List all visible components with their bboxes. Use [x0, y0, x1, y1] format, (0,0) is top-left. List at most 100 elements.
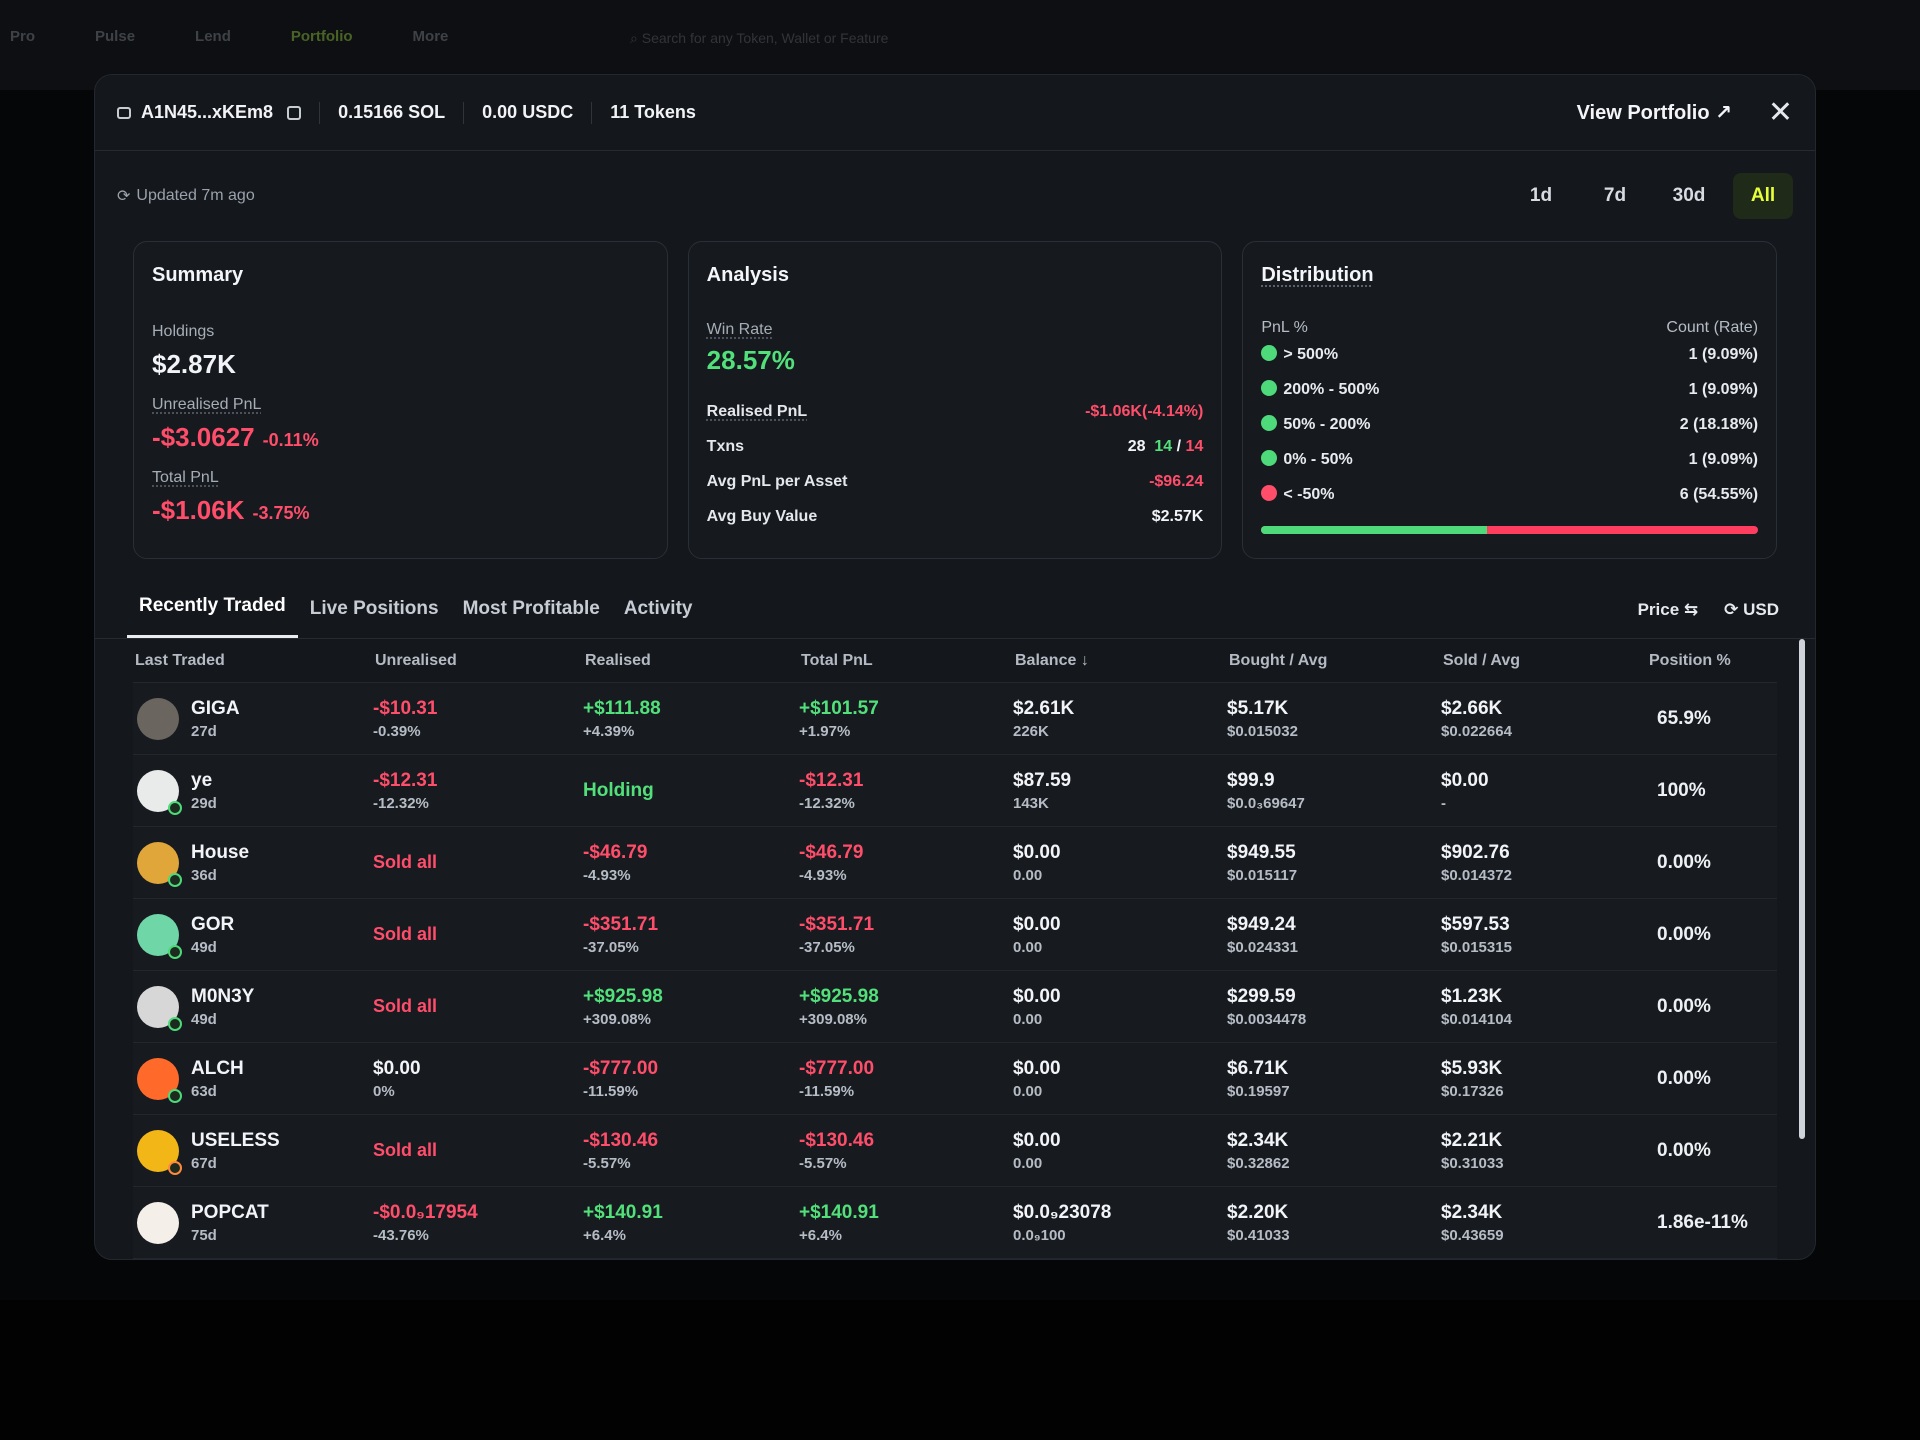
realised-value: +$111.88: [583, 697, 661, 719]
balance-amount: 0.00: [1013, 938, 1043, 956]
total-pnl-pct: -11.59%: [799, 1082, 855, 1100]
token-cell[interactable]: M0N3Y 49d: [133, 985, 373, 1031]
total-pnl-value: -$777.00: [799, 1057, 875, 1079]
table-row[interactable]: GOR 49d Sold all -$351.71 -37.05% -$351.71…: [133, 899, 1777, 971]
token-cell[interactable]: POPCAT 75d: [133, 1201, 373, 1244]
avg-pnl-label: Avg PnL per Asset: [706, 472, 848, 490]
token-name: House: [191, 841, 250, 863]
dist-range: 0% - 50%: [1283, 451, 1353, 468]
txns-sell: 14: [1185, 437, 1204, 455]
unrealised-sold-all: Sold all: [373, 924, 438, 944]
range-7d[interactable]: 7d: [1585, 173, 1645, 219]
realised-pct: +309.08%: [583, 1010, 651, 1028]
table-row[interactable]: USELESS 67d Sold all -$130.46 -5.57% -$130…: [133, 1115, 1777, 1187]
close-icon[interactable]: ✕: [1768, 97, 1793, 128]
win-rate-value: 28.57%: [706, 345, 795, 375]
txns-total: 28: [1127, 437, 1146, 455]
range-30d[interactable]: 30d: [1659, 173, 1719, 219]
distribution-row: 200% - 500% 1 (9.09%): [1261, 372, 1758, 407]
verified-badge-icon: [168, 1160, 182, 1175]
table-row[interactable]: ye 29d -$12.31 -12.32% Holding -$12.31 -12.…: [133, 755, 1777, 827]
price-toggle-button[interactable]: Price ⇆: [1638, 600, 1699, 620]
updated-status: ⟳ Updated 7m ago: [117, 186, 255, 206]
copy-icon[interactable]: [287, 105, 302, 120]
portfolio-modal: A1N45...xKEm8 0.15166 SOL 0.00 USDC 11 T…: [94, 74, 1816, 1260]
unrealised-value: -$0.0₉17954: [373, 1201, 478, 1223]
bg-nav-item-active[interactable]: Portfolio: [291, 28, 353, 45]
token-age: 49d: [191, 1010, 217, 1028]
dist-count: 1 (9.09%): [1688, 450, 1759, 468]
token-count: 11 Tokens: [610, 102, 696, 122]
token-avatar: [137, 913, 182, 959]
total-pnl-pct: -5.57%: [799, 1154, 847, 1172]
range-all[interactable]: All: [1733, 173, 1793, 219]
verified-badge-icon: [168, 1088, 182, 1103]
col-unrealised[interactable]: Unrealised: [373, 652, 583, 670]
bg-nav-item[interactable]: More: [413, 28, 449, 45]
currency-toggle-button[interactable]: ⟳ USD: [1724, 600, 1779, 620]
table-row[interactable]: M0N3Y 49d Sold all +$925.98 +309.08% +$925…: [133, 971, 1777, 1043]
balance-amount: 0.00: [1013, 866, 1043, 884]
col-balance[interactable]: Balance ↓: [1013, 652, 1227, 670]
sol-balance: 0.15166 SOL: [338, 102, 446, 122]
balance-amount: 226K: [1013, 722, 1049, 740]
view-portfolio-link[interactable]: View Portfolio ↗: [1577, 100, 1732, 125]
token-cell[interactable]: USELESS 67d: [133, 1129, 373, 1175]
realised-pct: -11.59%: [583, 1082, 639, 1100]
balance-value: $0.00: [1013, 841, 1061, 863]
dist-count: 6 (54.55%): [1679, 485, 1759, 503]
total-pnl-value: +$140.91: [799, 1201, 879, 1223]
col-last-traded[interactable]: Last Traded: [133, 652, 373, 670]
total-pnl-value: +$925.98: [799, 985, 879, 1007]
table-body: GIGA 27d -$10.31 -0.39% +$111.88 +4.39% +$1…: [133, 683, 1777, 1259]
sub-header: ⟳ Updated 7m ago 1d 7d 30d All: [95, 151, 1815, 241]
background-nav: Pro Pulse Lend Portfolio More: [0, 28, 448, 45]
sold-value: $902.76: [1441, 841, 1510, 863]
unrealised-value: -$10.31: [373, 697, 438, 719]
unrealised-value: -$12.31: [373, 769, 438, 791]
token-cell[interactable]: ye 29d: [133, 769, 373, 815]
token-cell[interactable]: House 36d: [133, 841, 373, 887]
sold-value: $0.00: [1441, 769, 1489, 791]
bg-nav-item[interactable]: Pro: [10, 28, 35, 45]
tab-most-profitable[interactable]: Most Profitable: [451, 598, 612, 638]
stats-cards: Summary Holdings $2.87K Unrealised PnL -…: [95, 241, 1815, 559]
bg-nav-item[interactable]: Pulse: [95, 28, 135, 45]
pnl-pct-header: PnL %: [1261, 319, 1308, 336]
unrealised-pct: -0.39%: [373, 722, 421, 740]
bought-avg: $0.024331: [1227, 938, 1298, 956]
token-name: M0N3Y: [191, 985, 255, 1007]
realised-value: +$140.91: [583, 1201, 663, 1223]
avg-buy-value: $2.57K: [1151, 507, 1204, 525]
col-total-pnl[interactable]: Total PnL: [799, 652, 1013, 670]
background-search[interactable]: ⌕ Search for any Token, Wallet or Featur…: [630, 30, 888, 47]
range-1d[interactable]: 1d: [1511, 173, 1571, 219]
token-cell[interactable]: GOR 49d: [133, 913, 373, 959]
total-pnl-pct: +1.97%: [799, 722, 851, 740]
token-cell[interactable]: ALCH 63d: [133, 1057, 373, 1103]
unrealised-pct: -12.32%: [373, 794, 429, 812]
dist-count: 2 (18.18%): [1679, 415, 1759, 433]
count-rate-header: Count (Rate): [1666, 319, 1759, 336]
bg-nav-item[interactable]: Lend: [195, 28, 231, 45]
tab-recently-traded[interactable]: Recently Traded: [127, 595, 298, 638]
refresh-icon[interactable]: ⟳: [117, 186, 130, 206]
token-avatar: [137, 841, 182, 887]
table-scrollbar[interactable]: [1799, 639, 1805, 1139]
green-dot-icon: [1261, 345, 1278, 361]
bought-value: $949.24: [1227, 913, 1296, 935]
table-row[interactable]: House 36d Sold all -$46.79 -4.93% -$46.79 -…: [133, 827, 1777, 899]
tab-activity[interactable]: Activity: [612, 598, 705, 638]
table-row[interactable]: ALCH 63d $0.00 0% -$777.00 -11.59% -$777.00…: [133, 1043, 1777, 1115]
sold-avg: -: [1441, 794, 1446, 812]
col-position-pct[interactable]: Position %: [1647, 652, 1797, 670]
summary-card: Summary Holdings $2.87K Unrealised PnL -…: [133, 241, 668, 559]
col-bought-avg[interactable]: Bought / Avg: [1227, 652, 1441, 670]
table-row[interactable]: POPCAT 75d -$0.0₉17954 -43.76% +$140.91 +6.…: [133, 1187, 1777, 1259]
total-pnl-pct: -37.05%: [799, 938, 855, 956]
col-sold-avg[interactable]: Sold / Avg: [1441, 652, 1647, 670]
tab-live-positions[interactable]: Live Positions: [298, 598, 451, 638]
table-row[interactable]: GIGA 27d -$10.31 -0.39% +$111.88 +4.39% +$1…: [133, 683, 1777, 755]
token-cell[interactable]: GIGA 27d: [133, 697, 373, 740]
col-realised[interactable]: Realised: [583, 652, 799, 670]
